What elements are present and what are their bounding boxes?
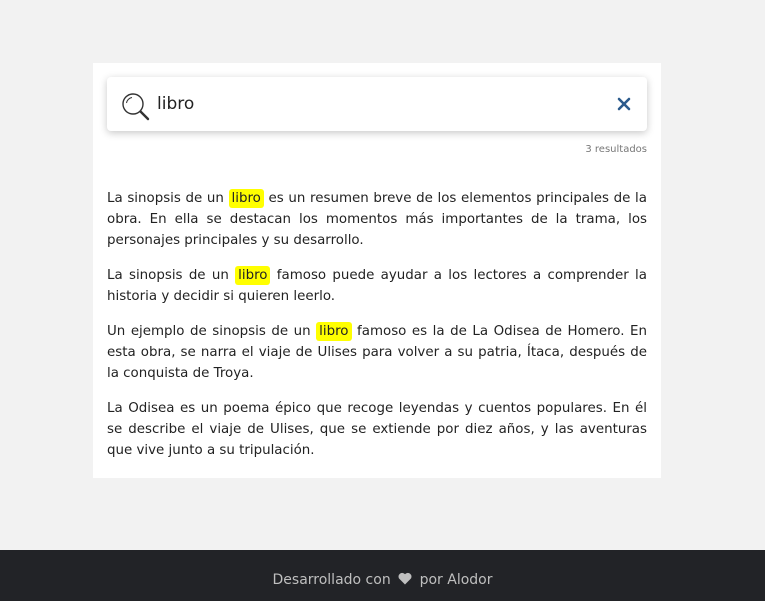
result-item: La sinopsis de un libro famoso puede ayu… (107, 265, 647, 307)
result-item: Un ejemplo de sinopsis de un libro famos… (107, 321, 647, 384)
search-box[interactable] (107, 77, 647, 131)
close-icon[interactable] (615, 95, 633, 113)
footer: Desarrollado con por Alodor (0, 550, 765, 601)
result-item: La Odisea es un poema épico que recoge l… (107, 398, 647, 461)
search-highlight: libro (228, 189, 264, 208)
result-item: La sinopsis de un libro es un resumen br… (107, 188, 647, 251)
search-icon (122, 93, 150, 121)
result-text: La sinopsis de un (107, 191, 229, 206)
result-text: Un ejemplo de sinopsis de un (107, 324, 317, 339)
search-highlight: libro (235, 266, 271, 285)
search-input[interactable] (157, 89, 597, 119)
page: 3 resultados La sinopsis de un libro es … (0, 0, 765, 601)
results-list: La sinopsis de un libro es un resumen br… (107, 188, 647, 475)
search-card: 3 resultados La sinopsis de un libro es … (93, 63, 661, 478)
search-highlight: libro (316, 322, 352, 341)
footer-prefix: Desarrollado con (272, 572, 391, 588)
result-count: 3 resultados (585, 144, 647, 155)
heart-icon (398, 572, 412, 585)
result-text: La sinopsis de un (107, 268, 236, 283)
result-text: La Odisea es un poema épico que recoge l… (107, 401, 647, 458)
footer-suffix: por Alodor (419, 572, 493, 588)
